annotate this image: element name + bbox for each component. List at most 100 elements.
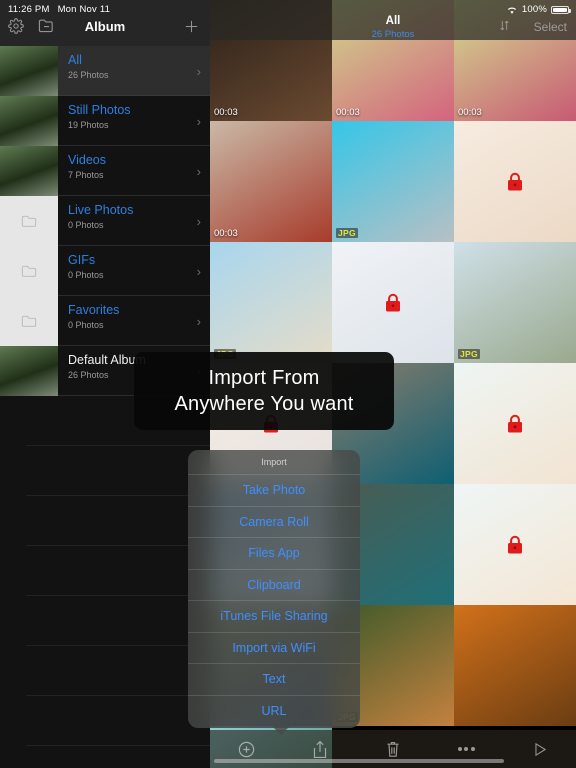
plus-icon[interactable] bbox=[183, 18, 200, 35]
album-thumbnail bbox=[0, 146, 58, 196]
album-title: Favorites bbox=[68, 303, 120, 317]
album-count: 26 Photos bbox=[68, 70, 109, 80]
photo-cell[interactable] bbox=[454, 484, 576, 605]
album-thumbnail bbox=[0, 296, 58, 346]
album-title: Videos bbox=[68, 153, 106, 167]
album-thumbnail bbox=[0, 46, 58, 96]
album-count: 7 Photos bbox=[68, 170, 104, 180]
sort-arrows-icon[interactable] bbox=[498, 19, 511, 32]
action-sheet-items[interactable]: Take Photo Camera Roll Files App Clipboard i… bbox=[188, 474, 360, 726]
lock-icon bbox=[507, 414, 524, 433]
photo-thumbnail bbox=[210, 121, 332, 242]
action-sheet-item[interactable]: Files App bbox=[188, 537, 360, 569]
action-sheet-item[interactable]: iTunes File Sharing bbox=[188, 600, 360, 632]
album-thumbnail bbox=[0, 196, 58, 246]
plus-circle-icon[interactable] bbox=[210, 740, 283, 759]
grid-subtitle: 26 Photos bbox=[371, 29, 415, 40]
chevron-right-icon: › bbox=[196, 314, 201, 329]
photo-thumbnail bbox=[454, 605, 576, 726]
album-thumbnail bbox=[0, 246, 58, 296]
import-action-sheet[interactable]: Import Take Photo Camera Roll Files App Cli… bbox=[188, 450, 360, 728]
chevron-right-icon: › bbox=[196, 264, 201, 279]
album-title: Still Photos bbox=[68, 103, 131, 117]
chevron-right-icon: › bbox=[196, 64, 201, 79]
photo-thumbnail bbox=[210, 242, 332, 363]
album-empty-row bbox=[0, 496, 210, 546]
album-count: 0 Photos bbox=[68, 220, 104, 230]
status-bar: 11:26 PM Mon Nov 11 100% bbox=[0, 0, 576, 18]
sidebar-title: Album bbox=[84, 19, 126, 34]
album-row[interactable]: Favorites 0 Photos › bbox=[0, 296, 210, 346]
share-icon[interactable] bbox=[283, 740, 356, 759]
promo-banner: Import From Anywhere You want bbox=[134, 352, 394, 430]
battery-percent: 100% bbox=[521, 4, 547, 15]
lock-icon bbox=[507, 535, 524, 554]
album-count: 0 Photos bbox=[68, 320, 104, 330]
duration-badge: 00:03 bbox=[336, 107, 360, 118]
select-button[interactable]: Select bbox=[534, 20, 567, 34]
action-sheet-item[interactable]: Take Photo bbox=[188, 474, 360, 506]
more-icon[interactable] bbox=[430, 747, 503, 751]
format-badge: JPG bbox=[336, 228, 358, 238]
album-row-body: Videos 7 Photos › bbox=[58, 146, 210, 196]
photo-thumbnail bbox=[332, 121, 454, 242]
album-title: All bbox=[68, 53, 82, 67]
album-thumbnail bbox=[0, 346, 58, 396]
battery-icon bbox=[551, 5, 571, 14]
album-row-body: All 26 Photos › bbox=[58, 46, 210, 96]
chevron-right-icon: › bbox=[196, 164, 201, 179]
album-row[interactable]: All 26 Photos › bbox=[0, 46, 210, 96]
album-empty-row bbox=[0, 696, 210, 746]
action-sheet-item[interactable]: Camera Roll bbox=[188, 505, 360, 538]
trash-icon[interactable] bbox=[356, 740, 429, 758]
album-row[interactable]: GIFs 0 Photos › bbox=[0, 246, 210, 296]
album-row[interactable]: Still Photos 19 Photos › bbox=[0, 96, 210, 146]
photo-thumbnail bbox=[454, 242, 576, 363]
action-sheet-item[interactable]: Text bbox=[188, 663, 360, 695]
wifi-icon bbox=[506, 5, 518, 15]
photo-cell[interactable]: 00:03 bbox=[210, 121, 332, 242]
lock-icon bbox=[385, 293, 402, 312]
album-empty-row bbox=[0, 646, 210, 696]
banner-line-1: Import From bbox=[208, 367, 320, 389]
popover-arrow bbox=[272, 726, 290, 735]
photo-cell[interactable]: JPG bbox=[454, 242, 576, 363]
action-sheet-item[interactable]: Clipboard bbox=[188, 568, 360, 601]
album-empty-row bbox=[0, 596, 210, 646]
album-title: Live Photos bbox=[68, 203, 134, 217]
photo-cell[interactable] bbox=[454, 605, 576, 726]
app-screen: Album All 26 Photos › Still Photos 19 Photos… bbox=[0, 0, 576, 768]
status-date: Mon Nov 11 bbox=[57, 4, 111, 15]
action-sheet-title: Import bbox=[261, 457, 287, 467]
photo-cell[interactable] bbox=[454, 363, 576, 484]
status-time: 11:26 PM bbox=[8, 4, 50, 15]
banner-line-2: Anywhere You want bbox=[174, 393, 354, 415]
duration-badge: 00:03 bbox=[214, 228, 238, 239]
home-indicator bbox=[214, 759, 504, 763]
album-row[interactable]: Live Photos 0 Photos › bbox=[0, 196, 210, 246]
photo-cell[interactable]: JPG bbox=[210, 242, 332, 363]
album-empty-row bbox=[0, 746, 210, 768]
photo-cell[interactable]: JPG bbox=[332, 121, 454, 242]
album-row-body: Favorites 0 Photos › bbox=[58, 296, 210, 346]
action-sheet-item[interactable]: Import via WiFi bbox=[188, 631, 360, 664]
lock-icon bbox=[507, 172, 524, 191]
photo-cell[interactable] bbox=[332, 242, 454, 363]
album-row-body: GIFs 0 Photos › bbox=[58, 246, 210, 296]
photo-cell[interactable] bbox=[454, 121, 576, 242]
duration-badge: 00:03 bbox=[214, 107, 238, 118]
album-title: GIFs bbox=[68, 253, 96, 267]
duration-badge: 00:03 bbox=[458, 107, 482, 118]
album-count: 0 Photos bbox=[68, 270, 104, 280]
album-row-body: Still Photos 19 Photos › bbox=[58, 96, 210, 146]
album-empty-row bbox=[0, 546, 210, 596]
chevron-right-icon: › bbox=[196, 214, 201, 229]
album-empty-row bbox=[0, 446, 210, 496]
album-row-body: Live Photos 0 Photos › bbox=[58, 196, 210, 246]
action-sheet-item[interactable]: URL bbox=[188, 694, 360, 727]
play-icon[interactable] bbox=[503, 741, 576, 758]
album-count: 19 Photos bbox=[68, 120, 109, 130]
format-badge: JPG bbox=[458, 349, 480, 359]
album-thumbnail bbox=[0, 96, 58, 146]
album-row[interactable]: Videos 7 Photos › bbox=[0, 146, 210, 196]
